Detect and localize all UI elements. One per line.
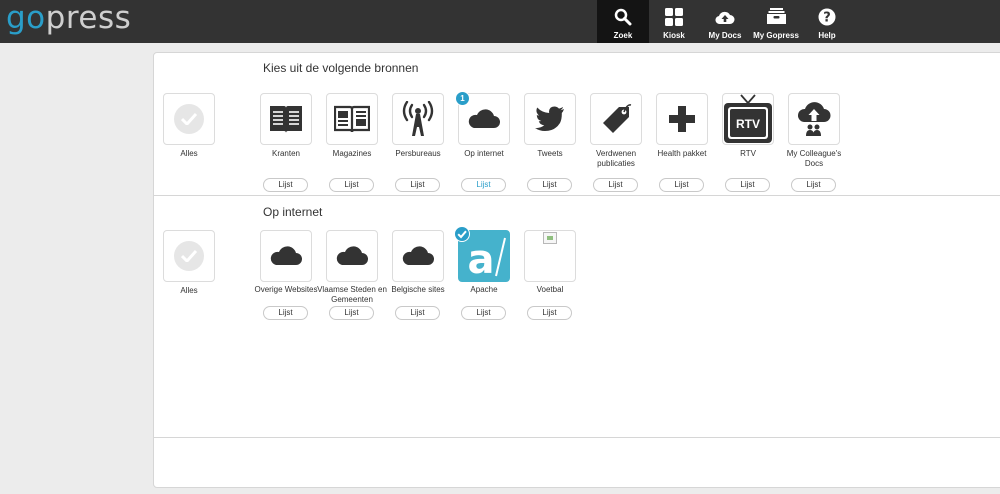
- source-tile-tweets[interactable]: [524, 93, 576, 145]
- check-icon: [181, 250, 197, 262]
- list-button-health-pakket[interactable]: Lijst: [659, 178, 704, 192]
- list-button-persbureaus[interactable]: Lijst: [395, 178, 440, 192]
- tv-icon: RTV: [724, 94, 772, 143]
- newspaper-icon: [270, 106, 302, 133]
- cloud-icon: [336, 246, 368, 265]
- cloud-icon: [402, 246, 434, 265]
- grid-icon: [665, 7, 683, 26]
- internet-tile-overige-websites[interactable]: [260, 230, 312, 282]
- source-tile-verdwenen-publicaties[interactable]: [590, 93, 642, 145]
- cloud-upload-icon: [715, 11, 735, 24]
- source-tile-persbureaus[interactable]: [392, 93, 444, 145]
- selection-count-badge: 1: [455, 91, 470, 106]
- internet-heading: Op internet: [263, 205, 323, 219]
- internet-label-apache: Apache: [470, 285, 498, 294]
- nav-label: Zoek: [613, 31, 633, 40]
- section-divider: [153, 195, 1000, 196]
- nav-my-gopress[interactable]: My Gopress: [750, 0, 802, 43]
- select-all-label: Alles: [180, 286, 198, 295]
- plus-icon: [669, 106, 695, 132]
- nav-help[interactable]: ? Help: [801, 0, 853, 43]
- list-button-kranten[interactable]: Lijst: [263, 178, 308, 192]
- checked-check-icon: [454, 226, 470, 242]
- cloud-icon: [270, 246, 302, 265]
- panel-footer-divider: [153, 437, 1000, 438]
- source-label-persbureaus: Persbureaus: [395, 149, 441, 158]
- svg-text:a: a: [468, 237, 495, 281]
- cloud-icon: [468, 109, 500, 128]
- nav-my-docs[interactable]: My Docs: [699, 0, 751, 43]
- gopress-logo[interactable]: gopress: [6, 0, 131, 36]
- list-button-vlaamse-steden[interactable]: Lijst: [329, 306, 374, 320]
- internet-label-overige-websites: Overige Websites: [254, 285, 318, 294]
- logo-part-go: go: [6, 0, 46, 36]
- nav-label: Help: [818, 31, 836, 40]
- select-all-internet-button[interactable]: [163, 230, 215, 282]
- internet-tile-belgische-sites[interactable]: [392, 230, 444, 282]
- list-button-rtv[interactable]: Lijst: [725, 178, 770, 192]
- internet-label-voetbal: Voetbal: [536, 285, 564, 294]
- nav-label: My Docs: [708, 31, 742, 40]
- top-bar: gopress Zoek Kiosk My Docs My Gopress ? …: [0, 0, 1000, 43]
- nav-zoek[interactable]: Zoek: [597, 0, 649, 43]
- internet-tile-vlaamse-steden[interactable]: [326, 230, 378, 282]
- source-label-my-colleagues-docs: My Colleague's Docs: [786, 149, 842, 168]
- svg-text:?: ?: [823, 10, 831, 25]
- tag-icon: [603, 104, 632, 133]
- source-label-tweets: Tweets: [537, 149, 563, 158]
- source-label-rtv: RTV: [740, 149, 756, 158]
- select-all-label: Alles: [180, 149, 198, 158]
- list-button-overige-websites[interactable]: Lijst: [263, 306, 308, 320]
- list-button-voetbal[interactable]: Lijst: [527, 306, 572, 320]
- list-button-verdwenen-publicaties[interactable]: Lijst: [593, 178, 638, 192]
- list-button-tweets[interactable]: Lijst: [527, 178, 572, 192]
- source-tile-magazines[interactable]: [326, 93, 378, 145]
- twitter-bird-icon: [535, 106, 564, 131]
- source-label-op-internet: Op internet: [464, 149, 504, 158]
- list-button-op-internet[interactable]: Lijst: [461, 178, 506, 192]
- internet-label-vlaamse-steden: Vlaamse Steden en Gemeenten: [317, 285, 387, 304]
- nav-label: My Gopress: [753, 31, 799, 40]
- nav-label: Kiosk: [663, 31, 685, 40]
- search-icon: [614, 8, 632, 25]
- select-all-sources-button[interactable]: [163, 93, 215, 145]
- source-tile-health-pakket[interactable]: [656, 93, 708, 145]
- list-button-my-colleagues-docs[interactable]: Lijst: [791, 178, 836, 192]
- help-icon: ?: [818, 8, 836, 25]
- internet-label-belgische-sites: Belgische sites: [391, 285, 445, 294]
- source-tile-kranten[interactable]: [260, 93, 312, 145]
- sources-heading: Kies uit de volgende bronnen: [263, 61, 419, 75]
- check-icon: [181, 113, 197, 125]
- broadcast-tower-icon: [402, 101, 434, 136]
- source-label-magazines: Magazines: [332, 149, 372, 158]
- list-button-apache[interactable]: Lijst: [461, 306, 506, 320]
- source-tile-my-colleagues-docs[interactable]: [788, 93, 840, 145]
- archive-box-icon: [766, 8, 786, 24]
- broken-image-icon: [543, 232, 557, 244]
- source-tile-rtv[interactable]: RTV: [722, 93, 774, 145]
- logo-part-press: press: [45, 0, 132, 36]
- cloud-upload-people-icon: [797, 102, 831, 136]
- source-label-kranten: Kranten: [271, 149, 301, 158]
- magazine-icon: [334, 105, 370, 133]
- tv-icon-text: RTV: [736, 117, 760, 131]
- source-label-health-pakket: Health pakket: [657, 149, 707, 158]
- source-label-verdwenen-publicaties: Verdwenen publicaties: [595, 149, 637, 168]
- list-button-magazines[interactable]: Lijst: [329, 178, 374, 192]
- list-button-belgische-sites[interactable]: Lijst: [395, 306, 440, 320]
- nav-kiosk[interactable]: Kiosk: [648, 0, 700, 43]
